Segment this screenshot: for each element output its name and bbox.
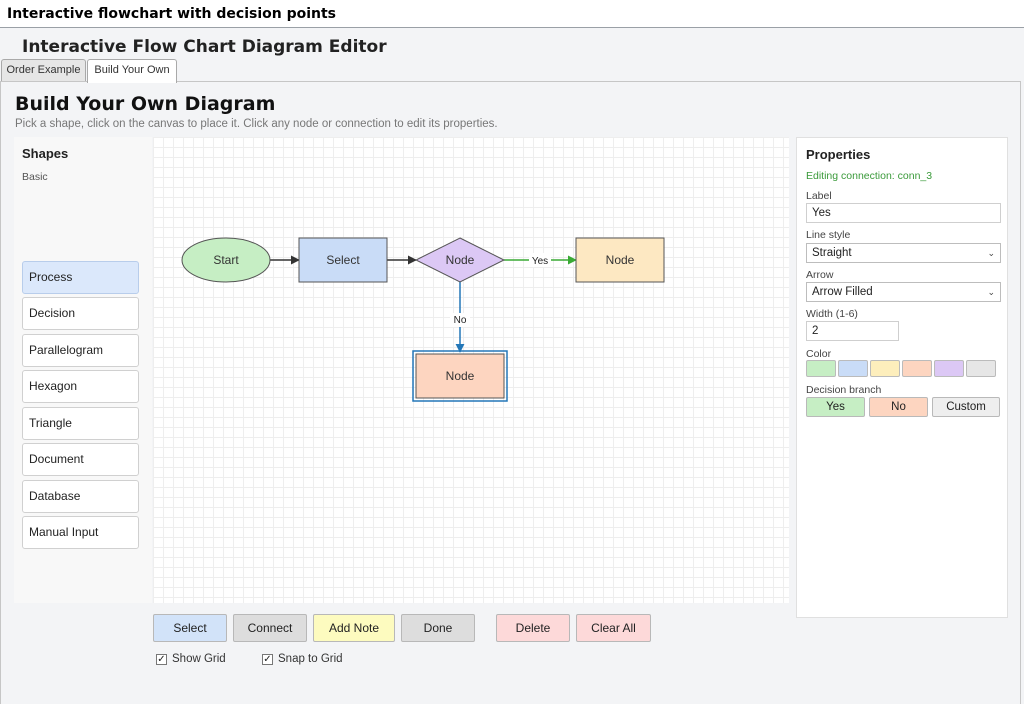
shapes-heading: Shapes — [22, 146, 69, 161]
clear-all-button[interactable]: Clear All — [576, 614, 651, 642]
width-input[interactable]: 2 — [806, 321, 899, 341]
delete-button[interactable]: Delete — [496, 614, 570, 642]
line-style-value: Straight — [812, 247, 852, 259]
branch-custom-button[interactable]: Custom — [932, 397, 1000, 417]
properties-heading: Properties — [806, 147, 871, 162]
app-title: Interactive Flow Chart Diagram Editor — [22, 37, 387, 57]
color-swatch-green[interactable] — [806, 360, 836, 377]
tab-order-example[interactable]: Order Example — [1, 59, 86, 82]
node-select-label: Select — [326, 253, 360, 267]
diagram-canvas[interactable]: Yes No Start Select Node Node Node — [153, 137, 789, 603]
add-note-button[interactable]: Add Note — [313, 614, 395, 642]
color-swatch-blue[interactable] — [838, 360, 868, 377]
color-label: Color — [806, 348, 832, 360]
decision-branch-label: Decision branch — [806, 384, 882, 396]
line-style-label: Line style — [806, 229, 851, 241]
shape-parallelogram-button[interactable]: Parallelogram — [22, 334, 139, 367]
arrow-label: Arrow — [806, 269, 834, 281]
line-style-select[interactable]: Straight ⌄ — [806, 243, 1001, 263]
tab-build-your-own[interactable]: Build Your Own — [87, 59, 177, 83]
node-no-target-label: Node — [446, 369, 475, 383]
label-input[interactable]: Yes — [806, 203, 1001, 223]
shape-process-button[interactable]: Process — [22, 261, 139, 294]
node-yes-target-label: Node — [606, 253, 635, 267]
snap-to-grid-label: Snap to Grid — [278, 653, 343, 665]
shape-decision-button[interactable]: Decision — [22, 297, 139, 330]
shape-manual-input-button[interactable]: Manual Input — [22, 516, 139, 549]
branch-yes-button[interactable]: Yes — [806, 397, 865, 417]
window-title: Interactive flowchart with decision poin… — [7, 6, 337, 22]
chevron-down-icon: ⌄ — [987, 287, 995, 297]
arrow-value: Arrow Filled — [812, 286, 873, 298]
page-title: Build Your Own Diagram — [15, 93, 276, 115]
shapes-panel: Shapes Basic Process Decision Parallelog… — [14, 137, 152, 603]
node-decision-label: Node — [446, 253, 475, 267]
checkmark-icon[interactable]: ✓ — [262, 654, 273, 665]
diagram-svg: Yes No Start Select Node Node Node — [181, 237, 665, 402]
shape-database-button[interactable]: Database — [22, 480, 139, 513]
window-titlebar: Interactive flowchart with decision poin… — [0, 0, 1024, 28]
color-swatch-orange[interactable] — [902, 360, 932, 377]
arrow-select[interactable]: Arrow Filled ⌄ — [806, 282, 1001, 302]
shape-hexagon-button[interactable]: Hexagon — [22, 370, 139, 403]
shapes-group-label: Basic — [22, 171, 48, 183]
properties-panel: Properties Editing connection: conn_3 La… — [796, 137, 1008, 618]
branch-no-button[interactable]: No — [869, 397, 928, 417]
select-tool-button[interactable]: Select — [153, 614, 227, 642]
color-swatch-purple[interactable] — [934, 360, 964, 377]
page-subtitle: Pick a shape, click on the canvas to pla… — [15, 118, 498, 130]
connection-no-label: No — [454, 315, 467, 326]
connection-yes-label: Yes — [532, 256, 548, 267]
connect-tool-button[interactable]: Connect — [233, 614, 307, 642]
color-swatch-gray[interactable] — [966, 360, 996, 377]
node-start-label: Start — [213, 253, 239, 267]
show-grid-label: Show Grid — [172, 653, 226, 665]
label-field-label: Label — [806, 190, 832, 202]
done-button[interactable]: Done — [401, 614, 475, 642]
editing-status: Editing connection: conn_3 — [806, 170, 933, 182]
checkmark-icon[interactable]: ✓ — [156, 654, 167, 665]
chevron-down-icon: ⌄ — [987, 248, 995, 258]
color-swatch-yellow[interactable] — [870, 360, 900, 377]
shape-document-button[interactable]: Document — [22, 443, 139, 476]
width-label: Width (1-6) — [806, 308, 858, 320]
shape-triangle-button[interactable]: Triangle — [22, 407, 139, 440]
